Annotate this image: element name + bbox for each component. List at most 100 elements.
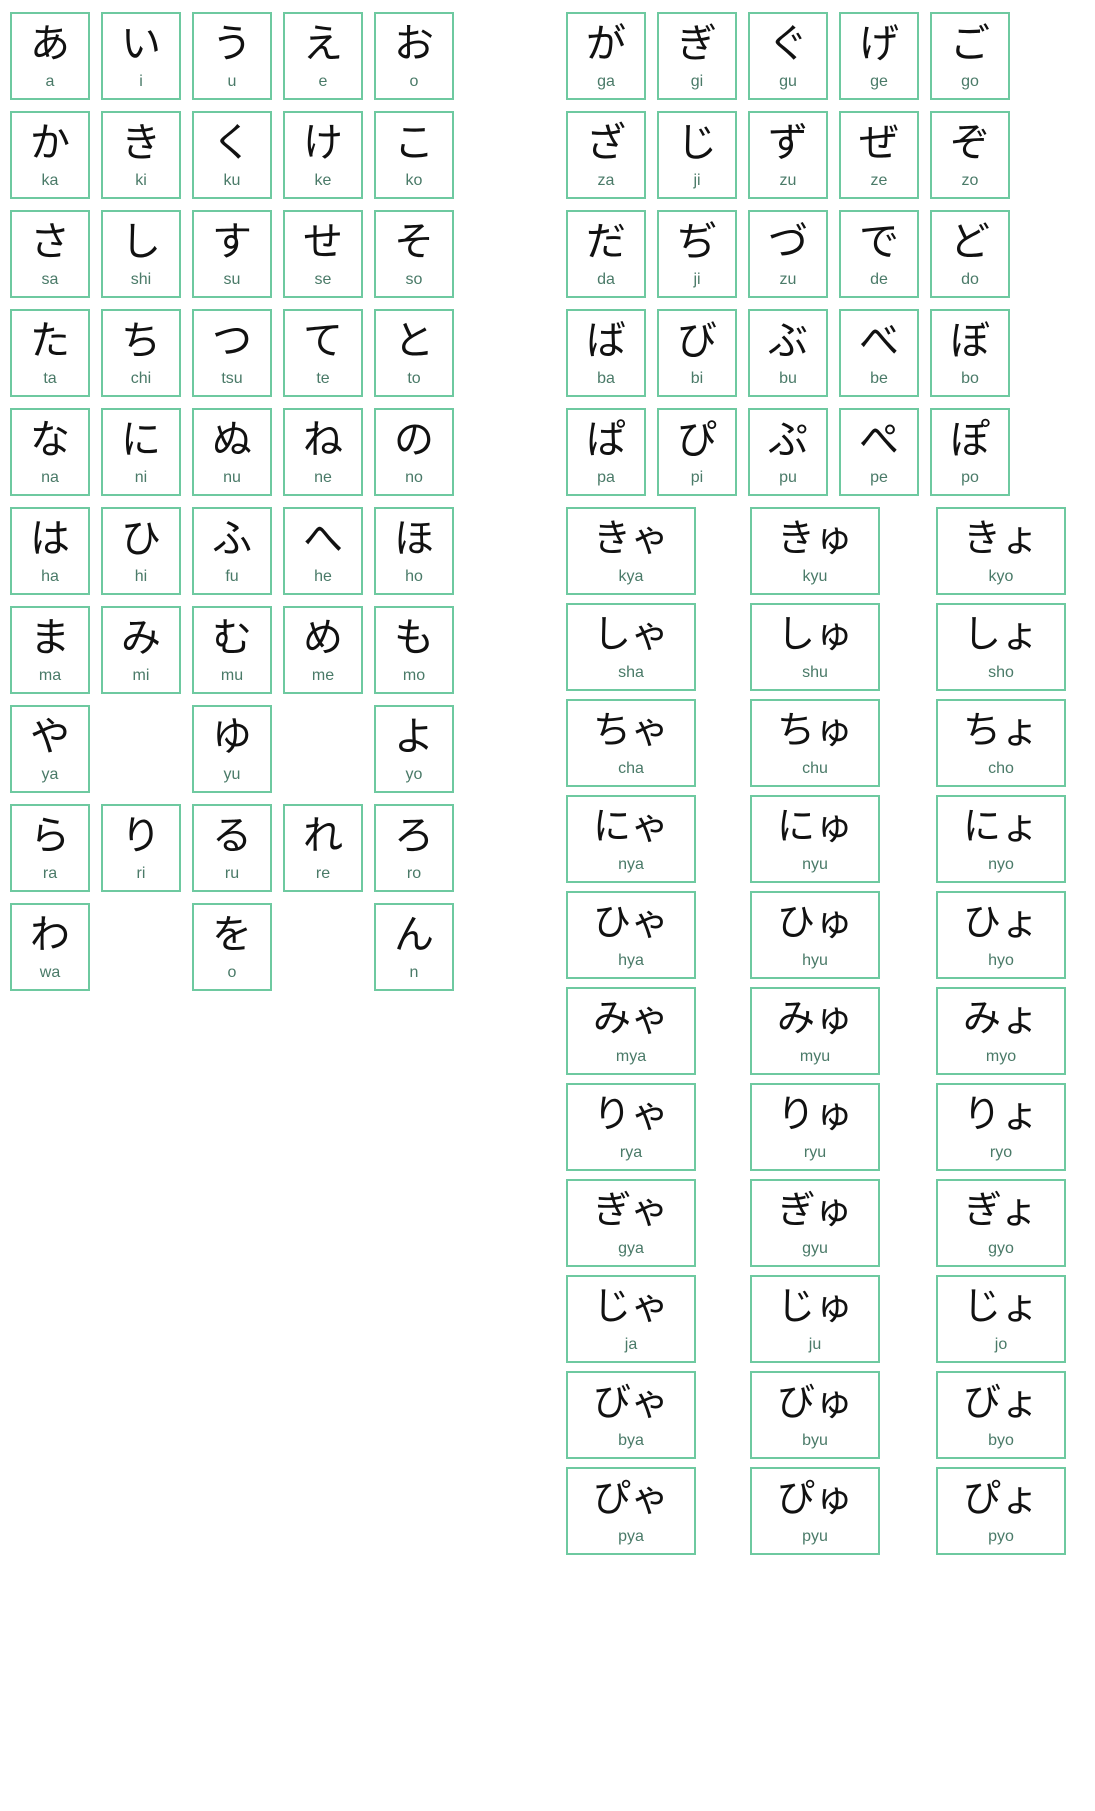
kana-cell-gyu[interactable]: ぎゅ gyu	[750, 1179, 880, 1267]
kana-cell-ma[interactable]: ま ma	[10, 606, 90, 694]
kana-cell-ku[interactable]: く ku	[192, 111, 272, 199]
kana-cell-go[interactable]: ご go	[930, 12, 1010, 100]
kana-cell-po[interactable]: ぽ po	[930, 408, 1010, 496]
kana-cell-nu[interactable]: ぬ nu	[192, 408, 272, 496]
kana-cell-shi[interactable]: し shi	[101, 210, 181, 298]
kana-cell-byo[interactable]: びょ byo	[936, 1371, 1066, 1459]
kana-cell-jo[interactable]: じょ jo	[936, 1275, 1066, 1363]
kana-cell-chi[interactable]: ち chi	[101, 309, 181, 397]
kana-cell-ya[interactable]: や ya	[10, 705, 90, 793]
kana-cell-yu[interactable]: ゆ yu	[192, 705, 272, 793]
kana-cell-chu[interactable]: ちゅ chu	[750, 699, 880, 787]
kana-cell-cha[interactable]: ちゃ cha	[566, 699, 696, 787]
kana-cell-sa[interactable]: さ sa	[10, 210, 90, 298]
kana-cell-cho[interactable]: ちょ cho	[936, 699, 1066, 787]
kana-cell-ga[interactable]: が ga	[566, 12, 646, 100]
kana-cell-ru[interactable]: る ru	[192, 804, 272, 892]
kana-cell-rya[interactable]: りゃ rya	[566, 1083, 696, 1171]
kana-cell-ze[interactable]: ぜ ze	[839, 111, 919, 199]
kana-cell-be[interactable]: べ be	[839, 309, 919, 397]
kana-cell-ni[interactable]: に ni	[101, 408, 181, 496]
kana-cell-ra[interactable]: ら ra	[10, 804, 90, 892]
kana-cell-ta[interactable]: た ta	[10, 309, 90, 397]
kana-cell-mi[interactable]: み mi	[101, 606, 181, 694]
kana-cell-n[interactable]: んn	[374, 903, 454, 991]
kana-cell-ba[interactable]: ば ba	[566, 309, 646, 397]
kana-cell-hi[interactable]: ひ hi	[101, 507, 181, 595]
kana-cell-ji[interactable]: ぢ ji	[657, 210, 737, 298]
kana-cell-mu[interactable]: む mu	[192, 606, 272, 694]
kana-cell-e[interactable]: えe	[283, 12, 363, 100]
kana-cell-bo[interactable]: ぼ bo	[930, 309, 1010, 397]
kana-cell-mo[interactable]: も mo	[374, 606, 454, 694]
kana-cell-pe[interactable]: ぺ pe	[839, 408, 919, 496]
kana-cell-hyo[interactable]: ひょ hyo	[936, 891, 1066, 979]
kana-cell-hya[interactable]: ひゃ hya	[566, 891, 696, 979]
kana-cell-ju[interactable]: じゅ ju	[750, 1275, 880, 1363]
kana-cell-re[interactable]: れ re	[283, 804, 363, 892]
kana-cell-o[interactable]: をo	[192, 903, 272, 991]
kana-cell-te[interactable]: て te	[283, 309, 363, 397]
kana-cell-myo[interactable]: みょ myo	[936, 987, 1066, 1075]
kana-cell-ho[interactable]: ほ ho	[374, 507, 454, 595]
kana-cell-pi[interactable]: ぴ pi	[657, 408, 737, 496]
kana-cell-ryu[interactable]: りゅ ryu	[750, 1083, 880, 1171]
kana-cell-zo[interactable]: ぞ zo	[930, 111, 1010, 199]
kana-cell-nya[interactable]: にゃ nya	[566, 795, 696, 883]
kana-cell-ka[interactable]: か ka	[10, 111, 90, 199]
kana-cell-ji[interactable]: じ ji	[657, 111, 737, 199]
kana-cell-yo[interactable]: よ yo	[374, 705, 454, 793]
kana-cell-ri[interactable]: り ri	[101, 804, 181, 892]
kana-cell-u[interactable]: うu	[192, 12, 272, 100]
kana-cell-myu[interactable]: みゅ myu	[750, 987, 880, 1075]
kana-cell-to[interactable]: と to	[374, 309, 454, 397]
kana-cell-tsu[interactable]: つ tsu	[192, 309, 272, 397]
kana-cell-a[interactable]: あa	[10, 12, 90, 100]
kana-cell-bya[interactable]: びゃ bya	[566, 1371, 696, 1459]
kana-cell-zu[interactable]: ず zu	[748, 111, 828, 199]
kana-cell-pa[interactable]: ぱ pa	[566, 408, 646, 496]
kana-cell-ki[interactable]: き ki	[101, 111, 181, 199]
kana-cell-ryo[interactable]: りょ ryo	[936, 1083, 1066, 1171]
kana-cell-bi[interactable]: び bi	[657, 309, 737, 397]
kana-cell-sha[interactable]: しゃ sha	[566, 603, 696, 691]
kana-cell-fu[interactable]: ふ fu	[192, 507, 272, 595]
kana-cell-he[interactable]: へ he	[283, 507, 363, 595]
kana-cell-no[interactable]: の no	[374, 408, 454, 496]
kana-cell-de[interactable]: で de	[839, 210, 919, 298]
kana-cell-kya[interactable]: きゃ kya	[566, 507, 696, 595]
kana-cell-kyo[interactable]: きょ kyo	[936, 507, 1066, 595]
kana-cell-nyo[interactable]: にょ nyo	[936, 795, 1066, 883]
kana-cell-zu[interactable]: づ zu	[748, 210, 828, 298]
kana-cell-ne[interactable]: ね ne	[283, 408, 363, 496]
kana-cell-o[interactable]: おo	[374, 12, 454, 100]
kana-cell-pyu[interactable]: ぴゅ pyu	[750, 1467, 880, 1555]
kana-cell-ke[interactable]: け ke	[283, 111, 363, 199]
kana-cell-se[interactable]: せ se	[283, 210, 363, 298]
kana-cell-bu[interactable]: ぶ bu	[748, 309, 828, 397]
kana-cell-me[interactable]: め me	[283, 606, 363, 694]
kana-cell-hyu[interactable]: ひゅ hyu	[750, 891, 880, 979]
kana-cell-su[interactable]: す su	[192, 210, 272, 298]
kana-cell-i[interactable]: いi	[101, 12, 181, 100]
kana-cell-ko[interactable]: こ ko	[374, 111, 454, 199]
kana-cell-pu[interactable]: ぷ pu	[748, 408, 828, 496]
kana-cell-wa[interactable]: わ wa	[10, 903, 90, 991]
kana-cell-shu[interactable]: しゅ shu	[750, 603, 880, 691]
kana-cell-do[interactable]: ど do	[930, 210, 1010, 298]
kana-cell-gya[interactable]: ぎゃ gya	[566, 1179, 696, 1267]
kana-cell-na[interactable]: な na	[10, 408, 90, 496]
kana-cell-mya[interactable]: みゃ mya	[566, 987, 696, 1075]
kana-cell-gyo[interactable]: ぎょ gyo	[936, 1179, 1066, 1267]
kana-cell-gu[interactable]: ぐ gu	[748, 12, 828, 100]
kana-cell-byu[interactable]: びゅ byu	[750, 1371, 880, 1459]
kana-cell-pya[interactable]: ぴゃ pya	[566, 1467, 696, 1555]
kana-cell-ro[interactable]: ろ ro	[374, 804, 454, 892]
kana-cell-ge[interactable]: げ ge	[839, 12, 919, 100]
kana-cell-pyo[interactable]: ぴょ pyo	[936, 1467, 1066, 1555]
kana-cell-gi[interactable]: ぎ gi	[657, 12, 737, 100]
kana-cell-kyu[interactable]: きゅ kyu	[750, 507, 880, 595]
kana-cell-so[interactable]: そ so	[374, 210, 454, 298]
kana-cell-ha[interactable]: は ha	[10, 507, 90, 595]
kana-cell-sho[interactable]: しょ sho	[936, 603, 1066, 691]
